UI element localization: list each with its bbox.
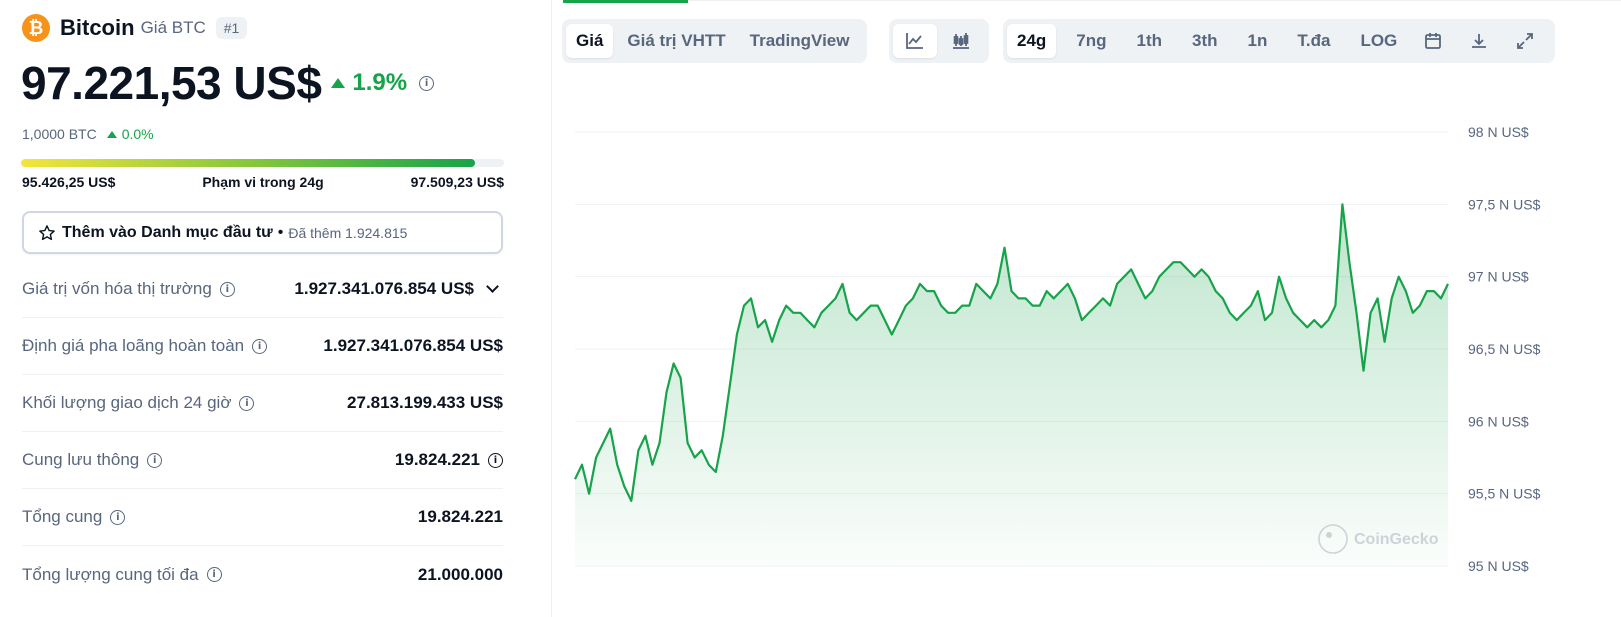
stat-row-fdv: Định giá pha loãng hoàn toàn i 1.927.341.… [22,318,503,375]
y-axis-labels: 98 N US$ 97,5 N US$ 97 N US$ 96,5 N US$ 96 N… [1468,124,1541,574]
info-icon[interactable]: i [110,509,126,525]
stat-row-max-supply: Tổng lượng cung tối đa i 21.000.000 [22,546,503,603]
price-change-value: 1.9% [352,69,408,96]
stats-table: Giá trị vốn hóa thị trường i 1.927.341.07… [22,261,503,603]
btc-price-row: 1,0000 BTC 0.0% [22,126,154,142]
stat-row-circulating-supply: Cung lưu thông i 19.824.221 i [22,432,503,489]
stat-label: Định giá pha loãng hoàn toàn [22,336,245,355]
stat-row-total-supply: Tổng cung i 19.824.221 [22,489,503,546]
btc-price: 1,0000 BTC [22,126,97,142]
add-to-portfolio-button[interactable]: Thêm vào Danh mục đầu tư • Đã thêm 1.924… [22,211,503,254]
stat-label: Tổng cung [22,507,103,526]
info-icon[interactable]: i [239,395,255,411]
coin-summary-panel: ₿ Bitcoin Giá BTC #1 97.221,53 US$ 1.9% … [0,0,552,617]
bitcoin-logo-icon: ₿ [22,14,50,42]
info-icon[interactable]: i [206,567,222,582]
price-area [575,204,1448,567]
coin-name: Bitcoin [60,15,135,40]
price-row: 97.221,53 US$ 1.9% i [21,56,435,110]
stat-value: 27.813.199.433 US$ [347,393,503,412]
stat-row-market-cap: Giá trị vốn hóa thị trường i 1.927.341.07… [22,261,503,318]
stat-value: 1.927.341.076.854 US$ [323,336,503,355]
portfolio-added-count: Đã thêm 1.924.815 [288,224,408,241]
stat-label: Cung lưu thông [22,450,140,469]
info-icon[interactable]: i [488,452,503,468]
up-arrow-icon [106,130,117,138]
stat-label: Khối lượng giao dịch 24 giờ [22,393,232,412]
stat-value: 1.927.341.076.854 US$ [294,279,474,298]
price-change: 1.9% [331,69,407,97]
rank-badge: #1 [215,17,248,39]
y-tick-label: 96,5 N US$ [1468,341,1541,357]
stat-label: Giá trị vốn hóa thị trường [22,279,212,298]
chevron-down-icon[interactable] [486,279,499,293]
y-tick-label: 96 N US$ [1468,413,1529,429]
y-tick-label: 97,5 N US$ [1468,196,1541,212]
range-label: Phạm vi trong 24g [202,174,324,190]
stat-label: Tổng lượng cung tối đa [22,564,199,584]
range-low: 95.426,25 US$ [22,174,116,190]
y-tick-label: 95,5 N US$ [1468,486,1541,502]
chart-panel: Giá Giá trị VHTT TradingView 24g 7ng 1th… [553,0,1621,617]
info-icon[interactable]: i [252,338,268,354]
range-bar-fill [21,159,476,167]
stat-row-volume: Khối lượng giao dịch 24 giờ i 27.813.199.… [22,375,503,432]
watermark-text: CoinGecko [1354,531,1439,548]
price-chart[interactable]: 98 N US$ 97,5 N US$ 97 N US$ 96,5 N US$ 96 N… [553,0,1621,617]
stat-value: 21.000.000 [417,564,503,584]
bullet: • [277,223,284,241]
range-bar [21,159,504,167]
star-icon [39,224,55,240]
stat-value: 19.824.221 [394,450,480,469]
range-high: 97.509,23 US$ [410,174,504,190]
y-tick-label: 97 N US$ [1468,269,1529,285]
up-arrow-icon [331,78,346,88]
btc-change-value: 0.0% [121,126,154,142]
stat-value: 19.824.221 [417,507,503,526]
btc-change: 0.0% [106,126,154,142]
coin-symbol-label: Giá BTC [140,18,206,37]
info-icon[interactable]: i [147,452,163,468]
current-price: 97.221,53 US$ [21,57,322,109]
info-icon[interactable]: i [419,75,435,91]
info-icon[interactable]: i [219,281,235,297]
coin-header: ₿ Bitcoin Giá BTC #1 [22,13,248,43]
add-to-portfolio-label: Thêm vào Danh mục đầu tư [62,223,273,241]
y-tick-label: 95 N US$ [1468,558,1529,574]
range-labels: 95.426,25 US$ Phạm vi trong 24g 97.509,2… [22,174,504,190]
y-tick-label: 98 N US$ [1468,124,1529,140]
